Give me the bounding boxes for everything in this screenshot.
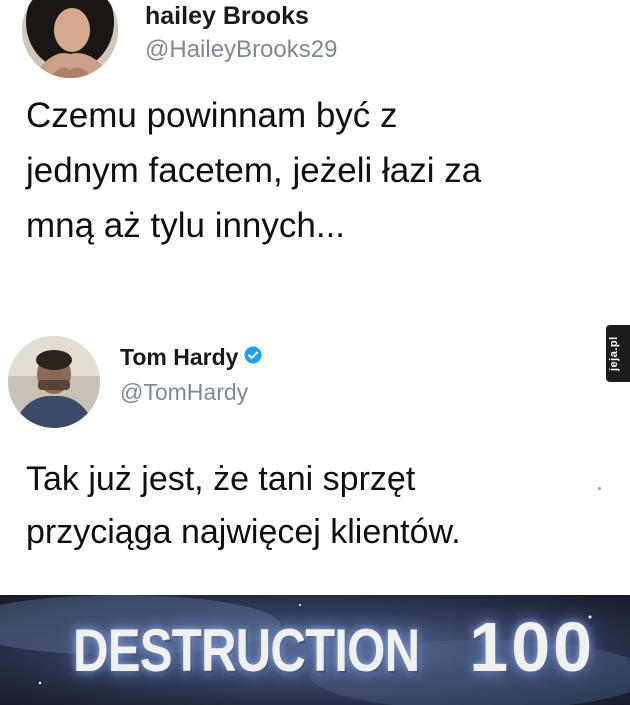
destruction-banner: DESTRUCTION 100: [0, 595, 630, 705]
avatar-photo: [8, 336, 100, 428]
speck: [598, 487, 601, 490]
watermark-label: jeja.pl: [608, 336, 620, 372]
banner-value: 100: [469, 608, 596, 686]
tweet-text: Czemu powinnam być z jednym facetem, jeż…: [26, 96, 482, 245]
display-name-text[interactable]: Tom Hardy: [120, 344, 238, 370]
banner-label: DESTRUCTION: [72, 617, 420, 684]
user-handle[interactable]: @TomHardy: [120, 379, 248, 406]
display-name[interactable]: Tom Hardy: [120, 344, 262, 372]
tweet-text: Tak już jest, że tani sprzęt przyciąga n…: [26, 460, 461, 551]
avatar[interactable]: [22, 0, 118, 78]
display-name[interactable]: hailey Brooks: [145, 2, 309, 31]
verified-badge-icon: [244, 343, 262, 370]
site-watermark[interactable]: jeja.pl: [606, 325, 630, 382]
tweet-tom-hardy: Tom Hardy @TomHardy Tak już jest, że tan…: [0, 300, 630, 585]
user-handle[interactable]: @HaileyBrooks29: [145, 36, 337, 64]
avatar[interactable]: [8, 336, 100, 428]
avatar-photo: [22, 0, 118, 78]
tweet-hailey-brooks: hailey Brooks @HaileyBrooks29 Czemu powi…: [0, 0, 630, 290]
banner-title: DESTRUCTION 100: [0, 607, 630, 687]
